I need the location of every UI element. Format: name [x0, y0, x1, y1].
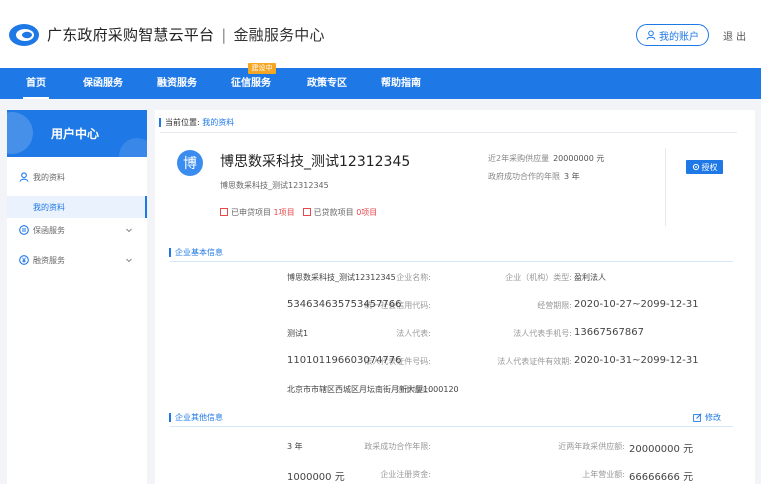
stat-supply-amount: 近2年采购供应量 20000000 元 [488, 153, 604, 164]
brand-subtitle: 金融服务中心 [233, 26, 325, 44]
section-divider [170, 261, 733, 262]
field-company-name-value: 博思数采科技_测试12312345 [287, 273, 396, 282]
field-term-label: 经营期限: [537, 301, 572, 310]
field-address-value: 北京市市辖区西城区月坛南街月新大厦1000120 [287, 385, 459, 394]
chevron-down-icon [126, 258, 132, 263]
decor-circle [7, 112, 33, 154]
stat-value: 20000000 元 [553, 154, 605, 163]
field-coop-years-label: 政采成功合作年限: [364, 442, 431, 451]
my-account-button[interactable]: 我的账户 [636, 24, 709, 46]
divider [160, 132, 737, 133]
nav-item-policy[interactable]: 政策专区 [307, 68, 347, 99]
page-header: 广东政府采购智慧云平台 | 金融服务中心 我的账户 退 出 [0, 0, 761, 68]
field-capital-value: 1000000 元 [287, 472, 345, 483]
field-legal-rep-value: 测试1 [287, 329, 309, 338]
brand-name: 广东政府采购智慧云平台 [47, 26, 215, 44]
user-center-title: 用户中心 [51, 127, 100, 141]
section-divider [170, 426, 733, 427]
decor-circle [119, 138, 147, 157]
section-title-basic-info: 企业基本信息 [169, 248, 223, 257]
applied-loan-tag: 已申贷项目 1项目 [220, 207, 295, 218]
sidebar-item-financing[interactable]: 融资服务 [7, 248, 147, 272]
sidebar-item-label: 我的资料 [33, 173, 65, 182]
yen-icon [19, 255, 29, 265]
field-capital-label: 企业注册资金: [380, 470, 431, 479]
sidebar-subitem-label: 我的资料 [33, 203, 65, 212]
brand-separator: | [221, 26, 227, 44]
section-title-other-info: 企业其他信息 [169, 413, 223, 422]
tag-label: 已贷款项目 [313, 208, 354, 217]
field-coop-years-value: 3 年 [287, 442, 303, 451]
loaned-tag: 已贷款项目 0项目 [302, 207, 378, 218]
field-legal-rep-label: 法人代表: [396, 329, 431, 338]
field-company-name-label: 企业名称: [396, 273, 431, 282]
edit-label: 修改 [705, 413, 721, 422]
breadcrumb-prefix: 当前位置: [165, 118, 200, 127]
stat-label: 近2年采购供应量 [488, 154, 550, 163]
avatar: 博 [177, 150, 203, 176]
field-revenue-value: 66666666 元 [629, 472, 694, 483]
field-supply-value: 20000000 元 [629, 444, 694, 455]
platform-logo-icon [9, 24, 39, 46]
nav-item-help[interactable]: 帮助指南 [381, 68, 421, 99]
project-tags: 已申贷项目 1项目 已贷款项目 0项目 [220, 207, 377, 218]
field-revenue-label: 上年营业额: [582, 470, 625, 479]
main-content: 当前位置: 我的资料 博 博思数采科技_测试12312345 博思数采科技_测试… [155, 110, 755, 484]
breadcrumb: 当前位置: 我的资料 [158, 117, 234, 128]
authorize-button[interactable]: 授权 [686, 160, 723, 174]
sidebar-item-guarantee[interactable]: 保函服务 [7, 218, 147, 242]
authorize-label: 授权 [701, 162, 718, 172]
sidebar-item-my-profile[interactable]: 我的资料 [7, 165, 147, 189]
breadcrumb-current[interactable]: 我的资料 [202, 118, 234, 127]
company-subname: 博思数采科技_测试12312345 [220, 181, 329, 190]
nav-item-financing[interactable]: 融资服务 [157, 68, 197, 99]
field-legal-phone-value: 13667567867 [574, 327, 644, 338]
field-legal-id-validity-label: 法人代表证件有效期: [497, 357, 572, 366]
field-legal-id-validity-value: 2020-10-31~2099-12-31 [574, 355, 699, 366]
sidebar: 用户中心 我的资料 我的资料 保函服务 融资服务 [7, 110, 147, 484]
field-org-type-label: 企业（机构）类型: [505, 273, 572, 282]
tag-value: 1项目 [273, 208, 295, 217]
user-icon [646, 30, 656, 40]
sidebar-subitem-my-profile[interactable]: 我的资料 [7, 196, 147, 218]
active-indicator [145, 196, 147, 218]
user-center-header: 用户中心 [7, 110, 147, 157]
sidebar-item-label: 保函服务 [33, 226, 65, 235]
logout-link[interactable]: 退 出 [723, 28, 746, 43]
tag-icon [302, 208, 311, 216]
field-legal-id-value: 110101196603074776 [287, 355, 402, 366]
company-name: 博思数采科技_测试12312345 [220, 154, 411, 170]
stat-coop-years: 政府成功合作的年限 3 年 [488, 171, 580, 182]
stat-value: 3 年 [564, 172, 580, 181]
chevron-down-icon [126, 228, 132, 233]
field-credit-code-value: 534634635753457766 [287, 299, 402, 310]
gear-icon [692, 163, 699, 171]
field-term-value: 2020-10-27~2099-12-31 [574, 299, 699, 310]
tag-label: 已申贷项目 [231, 208, 271, 217]
edit-icon [693, 413, 702, 422]
brand-title: 广东政府采购智慧云平台 | 金融服务中心 [47, 24, 325, 45]
divider [665, 148, 666, 226]
field-supply-label: 近两年政采供应额: [558, 442, 625, 451]
sidebar-item-label: 融资服务 [33, 256, 65, 265]
tag-value: 0项目 [356, 208, 378, 217]
user-icon [19, 172, 29, 182]
field-org-type-value: 盈利法人 [574, 273, 606, 282]
main-nav: 首页 保函服务 融资服务 征信服务 政策专区 帮助指南 [0, 68, 761, 99]
my-account-label: 我的账户 [659, 31, 699, 43]
stat-label: 政府成功合作的年限 [488, 172, 560, 181]
under-construction-badge: 建设中 [248, 63, 276, 74]
nav-item-guarantee[interactable]: 保函服务 [83, 68, 123, 99]
tag-icon [220, 208, 228, 216]
nav-item-home[interactable]: 首页 [23, 68, 49, 99]
shield-icon [19, 225, 29, 235]
field-legal-phone-label: 法人代表手机号: [513, 329, 572, 338]
edit-button[interactable]: 修改 [693, 412, 721, 423]
